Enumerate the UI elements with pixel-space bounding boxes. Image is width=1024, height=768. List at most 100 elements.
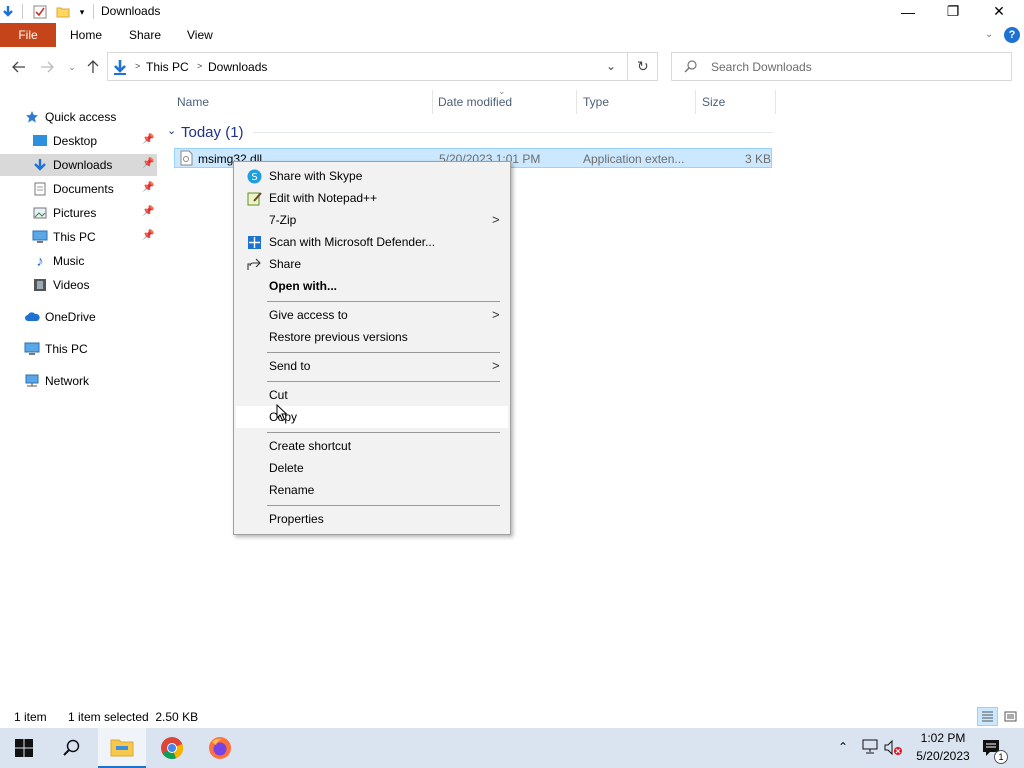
new-folder-icon[interactable] <box>55 4 71 20</box>
sidebar-item-videos[interactable]: Videos <box>0 274 157 296</box>
address-bar[interactable]: > This PC > Downloads ⌄ ↻ <box>107 52 658 81</box>
pin-icon: 📌 <box>142 206 155 217</box>
volume-muted-icon[interactable] <box>883 739 905 760</box>
back-button[interactable] <box>10 58 28 76</box>
tab-share[interactable]: Share <box>129 23 161 47</box>
sidebar-item-label: Videos <box>53 278 90 292</box>
document-icon <box>32 181 48 197</box>
search-placeholder: Search Downloads <box>711 60 812 74</box>
title-bar: ▾ Downloads — ❐ ✕ <box>0 0 1024 23</box>
firefox-taskbar-icon[interactable] <box>196 728 244 768</box>
chevron-right-icon: > <box>197 61 203 71</box>
forward-button[interactable] <box>38 58 56 76</box>
column-type[interactable]: Type <box>583 90 609 114</box>
show-hidden-icons-icon[interactable]: ⌃ <box>838 740 848 754</box>
up-button[interactable] <box>84 58 102 76</box>
download-arrow-icon[interactable] <box>0 4 16 20</box>
menu-item-scan-defender[interactable]: Scan with Microsoft Defender... <box>236 231 508 253</box>
search-taskbar-icon[interactable] <box>48 728 96 768</box>
help-icon[interactable]: ? <box>1004 27 1020 43</box>
tab-view[interactable]: View <box>187 23 213 47</box>
sidebar-item-label: Network <box>45 374 90 388</box>
refresh-icon[interactable]: ↻ <box>637 58 649 75</box>
sidebar-item-pictures[interactable]: Pictures 📌 <box>0 202 157 224</box>
search-input[interactable]: Search Downloads <box>671 52 1012 81</box>
sidebar-item-documents[interactable]: Documents 📌 <box>0 178 157 200</box>
menu-item-share-with-skype[interactable]: S Share with Skype <box>236 165 508 187</box>
menu-item-share[interactable]: Share <box>236 253 508 275</box>
column-date-modified[interactable]: Date modified <box>438 90 512 114</box>
sidebar-item-this-pc-root[interactable]: This PC <box>0 338 157 360</box>
submenu-arrow-icon: > <box>492 358 500 373</box>
sidebar-item-quick-access[interactable]: Quick access <box>0 106 157 128</box>
pin-icon: 📌 <box>142 182 155 193</box>
customize-toolbar-icon[interactable]: ▾ <box>74 4 90 20</box>
address-dropdown-icon[interactable]: ⌄ <box>606 59 616 73</box>
pin-icon: 📌 <box>142 134 155 145</box>
tab-home[interactable]: Home <box>70 23 102 47</box>
menu-item-7-zip[interactable]: 7-Zip > <box>236 209 508 231</box>
taskbar: ⌃ 1:02 PM 5/20/2023 1 <box>0 728 1024 768</box>
notepad-plus-plus-icon <box>246 190 262 206</box>
details-view-icon[interactable] <box>977 707 998 726</box>
sidebar-item-downloads[interactable]: Downloads 📌 <box>0 154 157 176</box>
menu-item-give-access-to[interactable]: Give access to > <box>236 304 508 326</box>
menu-item-create-shortcut[interactable]: Create shortcut <box>236 435 508 457</box>
status-bar: 1 item 1 item selected 2.50 KB <box>0 706 1024 728</box>
network-tray-icon[interactable] <box>862 739 880 758</box>
chrome-taskbar-icon[interactable] <box>148 728 196 768</box>
notification-badge: 1 <box>994 750 1008 764</box>
pin-icon: 📌 <box>142 158 155 169</box>
column-headers: Name ⌄ Date modified Type Size <box>170 86 780 114</box>
menu-item-cut[interactable]: Cut <box>236 384 508 406</box>
sidebar-item-music[interactable]: ♪ Music <box>0 250 157 272</box>
navigation-pane: Quick access Desktop 📌 Downloads 📌 Docum… <box>0 90 157 702</box>
menu-item-send-to[interactable]: Send to > <box>236 355 508 377</box>
search-icon <box>684 59 698 76</box>
clock-time[interactable]: 1:02 PM <box>913 731 973 745</box>
sidebar-item-network[interactable]: Network <box>0 370 157 392</box>
desktop-icon <box>32 133 48 149</box>
sidebar-item-onedrive[interactable]: OneDrive <box>0 306 157 328</box>
sidebar-item-this-pc[interactable]: This PC 📌 <box>0 226 157 248</box>
menu-item-restore-previous-versions[interactable]: Restore previous versions <box>236 326 508 348</box>
start-button[interactable] <box>0 728 48 768</box>
column-size[interactable]: Size <box>702 90 725 114</box>
recent-locations-icon[interactable]: ⌄ <box>63 58 81 76</box>
minimize-button[interactable]: — <box>885 0 931 23</box>
sidebar-item-label: Quick access <box>45 110 117 124</box>
sidebar-item-label: Music <box>53 254 85 268</box>
ribbon-tabs: File Home Share View ⌄ ? <box>0 23 1024 47</box>
sidebar-item-label: Documents <box>53 182 114 196</box>
sidebar-item-label: This PC <box>45 342 88 356</box>
clock-date[interactable]: 5/20/2023 <box>913 749 973 763</box>
pc-icon <box>24 341 40 357</box>
close-button[interactable]: ✕ <box>976 0 1022 23</box>
picture-icon <box>32 205 48 221</box>
tab-file[interactable]: File <box>0 23 56 47</box>
file-size: 3 KB <box>745 152 772 166</box>
skype-icon: S <box>246 168 262 184</box>
menu-item-properties[interactable]: Properties <box>236 508 508 530</box>
restore-button[interactable]: ❐ <box>930 0 976 23</box>
expand-ribbon-icon[interactable]: ⌄ <box>985 23 993 47</box>
group-label: Today (1) <box>181 124 244 141</box>
breadcrumb-this-pc[interactable]: This PC <box>146 60 189 74</box>
sidebar-item-desktop[interactable]: Desktop 📌 <box>0 130 157 152</box>
group-header-today[interactable]: ⌄ Today (1) <box>167 123 777 143</box>
menu-item-open-with[interactable]: Open with... <box>236 275 508 297</box>
star-icon <box>24 109 40 125</box>
large-icons-view-icon[interactable] <box>1001 708 1020 725</box>
share-icon <box>246 256 262 272</box>
cloud-icon <box>24 309 40 325</box>
window-title: Downloads <box>101 4 161 18</box>
column-name[interactable]: Name <box>177 90 209 114</box>
file-explorer-taskbar-icon[interactable] <box>98 728 146 768</box>
breadcrumb-downloads[interactable]: Downloads <box>208 60 267 74</box>
menu-item-edit-with-notepad[interactable]: Edit with Notepad++ <box>236 187 508 209</box>
properties-check-icon[interactable] <box>32 4 48 20</box>
item-count: 1 item <box>14 710 47 724</box>
menu-item-delete[interactable]: Delete <box>236 457 508 479</box>
context-menu: S Share with Skype Edit with Notepad++ 7… <box>233 161 511 535</box>
menu-item-rename[interactable]: Rename <box>236 479 508 501</box>
